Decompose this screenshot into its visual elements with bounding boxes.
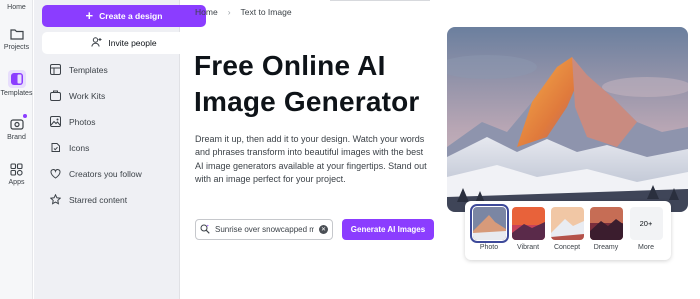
rail-label-brand: Brand <box>7 134 26 141</box>
prompt-input-field[interactable]: Sunrise over snowcapped mountains ✕ <box>195 219 333 240</box>
clear-input-icon[interactable]: ✕ <box>319 225 328 234</box>
more-styles-count: 20+ <box>629 207 663 240</box>
breadcrumb-separator: › <box>227 7 231 17</box>
nav-item-icons[interactable]: Icons <box>50 142 89 153</box>
top-divider <box>330 0 430 1</box>
rail-label-projects: Projects <box>3 44 30 51</box>
icons-icon <box>50 142 61 153</box>
nav-item-templates[interactable]: Templates <box>50 64 108 75</box>
prompt-input-value[interactable]: Sunrise over snowcapped mountains <box>215 225 314 234</box>
photos-icon <box>50 116 61 127</box>
style-label-photo: Photo <box>479 244 499 251</box>
nav-item-photos[interactable]: Photos <box>50 116 95 127</box>
style-label-vibrant: Vibrant <box>516 244 540 251</box>
nav-label-starred: Starred content <box>69 194 128 205</box>
left-icon-rail: Home Projects Templates Brand Apps <box>0 0 33 299</box>
nav-label-work-kits: Work Kits <box>69 90 106 101</box>
work-kits-icon <box>50 90 61 101</box>
creators-icon <box>50 168 61 179</box>
invite-people-button[interactable]: Invite people <box>42 32 206 54</box>
brand-notification-dot <box>23 114 27 118</box>
style-option-more[interactable]: 20+ More <box>629 207 663 251</box>
rail-label-apps: Apps <box>8 179 25 186</box>
page-title-line-2: Image Generator <box>194 86 420 117</box>
create-design-label: Create a design <box>99 11 163 21</box>
hero-mountain-image <box>447 27 688 212</box>
nav-label-icons: Icons <box>69 142 90 153</box>
invite-people-label: Invite people <box>108 38 157 48</box>
add-person-icon <box>91 37 102 49</box>
sparkle-search-icon <box>200 221 210 239</box>
folder-icon <box>9 26 25 42</box>
style-option-concept[interactable]: Concept <box>550 207 584 251</box>
rail-item-home[interactable]: Home <box>0 2 33 11</box>
nav-item-creators[interactable]: Creators you follow <box>50 168 142 179</box>
style-option-vibrant[interactable]: Vibrant <box>511 207 545 251</box>
nav-label-templates: Templates <box>69 64 108 75</box>
nav-label-creators: Creators you follow <box>69 168 142 179</box>
rail-item-apps[interactable]: Apps <box>0 161 33 186</box>
style-option-dreamy[interactable]: Dreamy <box>589 207 623 251</box>
style-option-photo[interactable]: Photo <box>469 204 509 251</box>
rail-item-projects[interactable]: Projects <box>0 26 33 51</box>
apps-icon <box>9 161 25 177</box>
style-label-concept: Concept <box>553 244 581 251</box>
style-thumb-concept <box>550 207 584 240</box>
templates-grid-icon <box>50 64 61 75</box>
rail-item-templates[interactable]: Templates <box>0 70 33 97</box>
nav-item-work-kits[interactable]: Work Kits <box>50 90 105 101</box>
style-picker: Photo Vibrant Concept Dreamy 20+ More <box>465 201 671 260</box>
style-label-dreamy: Dreamy <box>593 244 619 251</box>
nav-item-starred[interactable]: Starred content <box>50 194 127 205</box>
plus-icon: + <box>85 8 94 23</box>
side-panel: + Create a design Invite people Template… <box>34 0 206 299</box>
style-thumb-dreamy <box>589 207 623 240</box>
brand-icon <box>9 116 25 132</box>
rail-label-templates: Templates <box>0 90 33 97</box>
style-thumb-photo <box>469 204 509 243</box>
style-label-more: More <box>638 244 654 251</box>
create-design-button[interactable]: + Create a design <box>42 5 206 27</box>
generate-ai-images-button[interactable]: Generate AI Images <box>342 219 434 240</box>
page-title: Free Online AI Image Generator <box>194 48 444 120</box>
breadcrumb: Home › Text to Image <box>195 7 292 17</box>
rail-label-home: Home <box>7 4 26 11</box>
page-description: Dream it up, then add it to your design.… <box>195 134 427 185</box>
breadcrumb-home[interactable]: Home <box>195 7 218 17</box>
style-thumb-vibrant <box>511 207 545 240</box>
rail-item-brand[interactable]: Brand <box>0 116 33 141</box>
breadcrumb-current: Text to Image <box>240 7 292 17</box>
templates-icon <box>7 70 26 88</box>
page-title-line-1: Free Online AI <box>194 50 386 81</box>
nav-label-photos: Photos <box>69 116 96 127</box>
star-icon <box>50 194 61 205</box>
